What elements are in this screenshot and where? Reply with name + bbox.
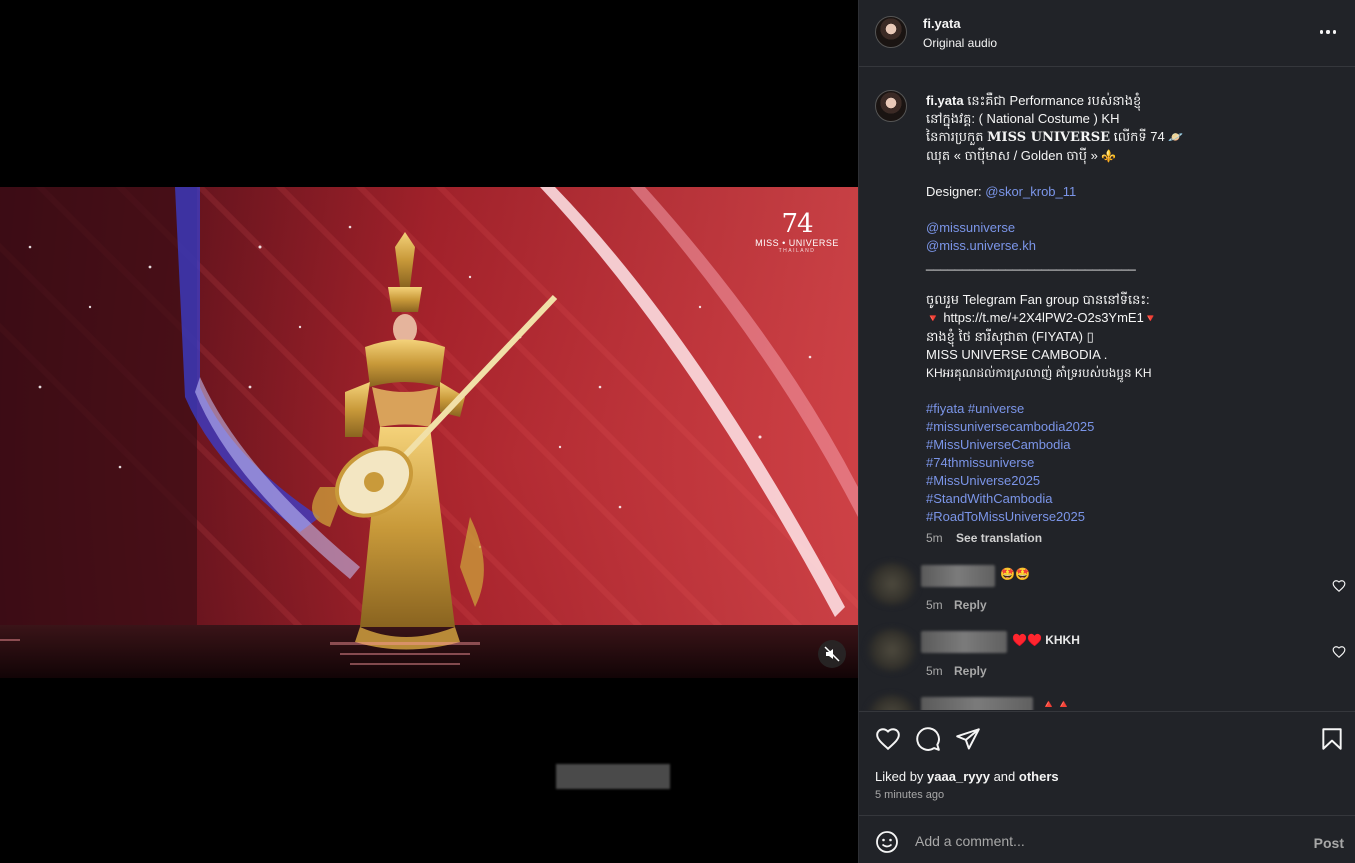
liked-by-user-link[interactable]: yaaa_ryyy: [927, 769, 990, 784]
post-caption: fi.yata នេះគឺជា Performance របស់នាងខ្ញុំ…: [926, 92, 1326, 526]
heart-icon[interactable]: [1332, 645, 1346, 659]
add-comment-input[interactable]: [915, 828, 1295, 854]
logo-text: MISS • UNIVERSE: [755, 238, 839, 248]
hashtag-link[interactable]: #StandWithCambodia: [926, 490, 1326, 508]
commenter-avatar[interactable]: [867, 629, 917, 671]
caption-line-1: fi.yata នេះគឺជា Performance របស់នាងខ្ញុំ: [926, 92, 1326, 110]
caption-text-3a: នៃការប្រកួត: [926, 129, 988, 144]
red-triangle-icon: 🔻: [926, 313, 940, 325]
caption-line-3: នៃការប្រកួត MISS UNIVERSE លើកទី 74 🪐: [926, 128, 1326, 147]
video-player[interactable]: 74 MISS • UNIVERSE THAILAND: [0, 187, 858, 678]
heart-icon[interactable]: [875, 726, 901, 752]
post-timestamp[interactable]: 5 minutes ago: [875, 789, 944, 801]
fleur-emoji: ⚜️: [1101, 149, 1117, 163]
hashtag-link[interactable]: #74thmissuniverse: [926, 454, 1326, 472]
caption-line-8: KHអរគុណដល់ការស្រលាញ់ គាំទ្ររបស់បងប្អូន K…: [926, 366, 1152, 380]
comment-time: 5m: [926, 664, 943, 678]
liked-by-line: Liked by yaaa_ryyy and others: [875, 769, 1059, 784]
mention-link-missuniverse-kh[interactable]: @miss.universe.kh: [926, 237, 1326, 255]
miss-universe-logo: 74 MISS • UNIVERSE THAILAND: [752, 210, 842, 254]
speaker-muted-icon: [824, 646, 840, 662]
commenter-username-redacted[interactable]: [921, 697, 1033, 710]
post-comment-button[interactable]: Post: [1314, 835, 1344, 851]
comment-item: 🤩🤩 5m Reply: [859, 561, 1355, 627]
logo-number: 74: [781, 209, 813, 239]
author-username[interactable]: fi.yata: [923, 16, 961, 31]
more-dot: [1326, 30, 1330, 34]
comment-text: ♥️♥️ KHKH: [1012, 633, 1080, 647]
post-side-panel: fi.yata Original audio fi.yata នេះគឺជា P…: [858, 0, 1355, 863]
caption-text-4: ឈុត « ចាប៉ីមាស / Golden ចាប៉ី »: [926, 148, 1102, 163]
see-translation-button[interactable]: See translation: [956, 531, 1042, 545]
caption-line-4: ឈុត « ចាប៉ីមាស / Golden ចាប៉ី » ⚜️: [926, 147, 1326, 165]
caption-username[interactable]: fi.yata: [926, 93, 964, 108]
stage-backdrop: [0, 187, 858, 678]
caption-time: 5m: [926, 531, 943, 545]
caption-line-7: MISS UNIVERSE CAMBODIA .: [926, 347, 1108, 362]
caption-text-3b: លើកទី 74: [1110, 129, 1169, 144]
commenter-avatar[interactable]: [867, 695, 917, 710]
liked-by-and: and: [989, 769, 1019, 784]
more-horizontal-icon: [1319, 30, 1324, 34]
hashtag-link[interactable]: #MissUniverse2025: [926, 472, 1326, 490]
post-header: fi.yata Original audio: [859, 0, 1355, 67]
comment-icon[interactable]: [915, 726, 941, 752]
audio-label[interactable]: Original audio: [923, 36, 997, 50]
heart-icon[interactable]: [1332, 579, 1346, 593]
post-actions: Liked by yaaa_ryyy and others 5 minutes …: [859, 711, 1355, 815]
caption-line-2: នៅក្នុងវគ្គ: ( National Costume ) KH: [926, 111, 1120, 126]
comment-text: 🤩🤩: [1000, 567, 1030, 581]
reply-button[interactable]: Reply: [954, 664, 987, 678]
commenter-username-redacted[interactable]: [921, 565, 995, 587]
mention-link-missuniverse[interactable]: @missuniverse: [926, 219, 1326, 237]
caption-meta: 5m See translation: [926, 531, 1042, 545]
commenter-username-redacted[interactable]: [921, 631, 1007, 653]
reply-button[interactable]: Reply: [954, 598, 987, 612]
redacted-region: [556, 764, 670, 789]
comment-composer: Post: [859, 815, 1355, 863]
caption-bold-text: MISS UNIVERSE: [987, 130, 1111, 145]
share-icon[interactable]: [955, 726, 981, 752]
commenter-avatar[interactable]: [867, 563, 917, 605]
mute-toggle-button[interactable]: [818, 640, 846, 668]
comment-text: 🔺🔺: [1041, 697, 1071, 710]
emoji-icon[interactable]: [875, 830, 899, 854]
designer-label: Designer:: [926, 184, 986, 199]
hashtag-link[interactable]: #MissUniverseCambodia: [926, 436, 1326, 454]
hashtag-link[interactable]: #missuniversecambodia2025: [926, 418, 1326, 436]
comment-item: ♥️♥️ KHKH 5m Reply: [859, 627, 1355, 693]
bookmark-icon[interactable]: [1319, 726, 1345, 752]
media-viewer: 74 MISS • UNIVERSE THAILAND: [0, 0, 858, 863]
hashtag-link[interactable]: #fiyata #universe: [926, 400, 1326, 418]
logo-subtext: THAILAND: [778, 248, 816, 254]
designer-mention-link[interactable]: @skor_krob_11: [985, 184, 1076, 199]
telegram-line: 🔻 https://t.me/+2X4lPW2-O2s3YmE1🔻: [926, 309, 1326, 328]
caption-text-1: នេះគឺជា Performance របស់នាងខ្ញុំ: [963, 93, 1142, 108]
liked-by-prefix: Liked by: [875, 769, 928, 784]
designer-line: Designer: @skor_krob_11: [926, 183, 1326, 201]
hashtag-link[interactable]: #RoadToMissUniverse2025: [926, 508, 1326, 526]
more-options-button[interactable]: [1316, 22, 1340, 42]
planet-emoji: 🪐: [1168, 130, 1184, 144]
liked-by-others-link[interactable]: others: [1019, 769, 1059, 784]
caption-avatar[interactable]: [875, 90, 907, 122]
telegram-link[interactable]: https://t.me/+2X4lPW2-O2s3YmE1: [943, 310, 1144, 325]
comment-item: 🔺🔺: [859, 693, 1355, 710]
author-avatar[interactable]: [875, 16, 907, 48]
more-dot: [1332, 30, 1337, 34]
caption-line-5: ចូលរួម Telegram Fan group បាននៅទីនេះ:: [926, 292, 1150, 307]
comments-scroll-area[interactable]: fi.yata នេះគឺជា Performance របស់នាងខ្ញុំ…: [859, 68, 1355, 710]
red-triangle-icon: 🔻: [1143, 313, 1158, 325]
comment-time: 5m: [926, 598, 943, 612]
caption-divider: _____________________________: [926, 256, 1136, 271]
caption-line-6: នាងខ្ញុំ ថៃ នារីសុជាតា (FIYATA) ▯: [926, 329, 1094, 344]
